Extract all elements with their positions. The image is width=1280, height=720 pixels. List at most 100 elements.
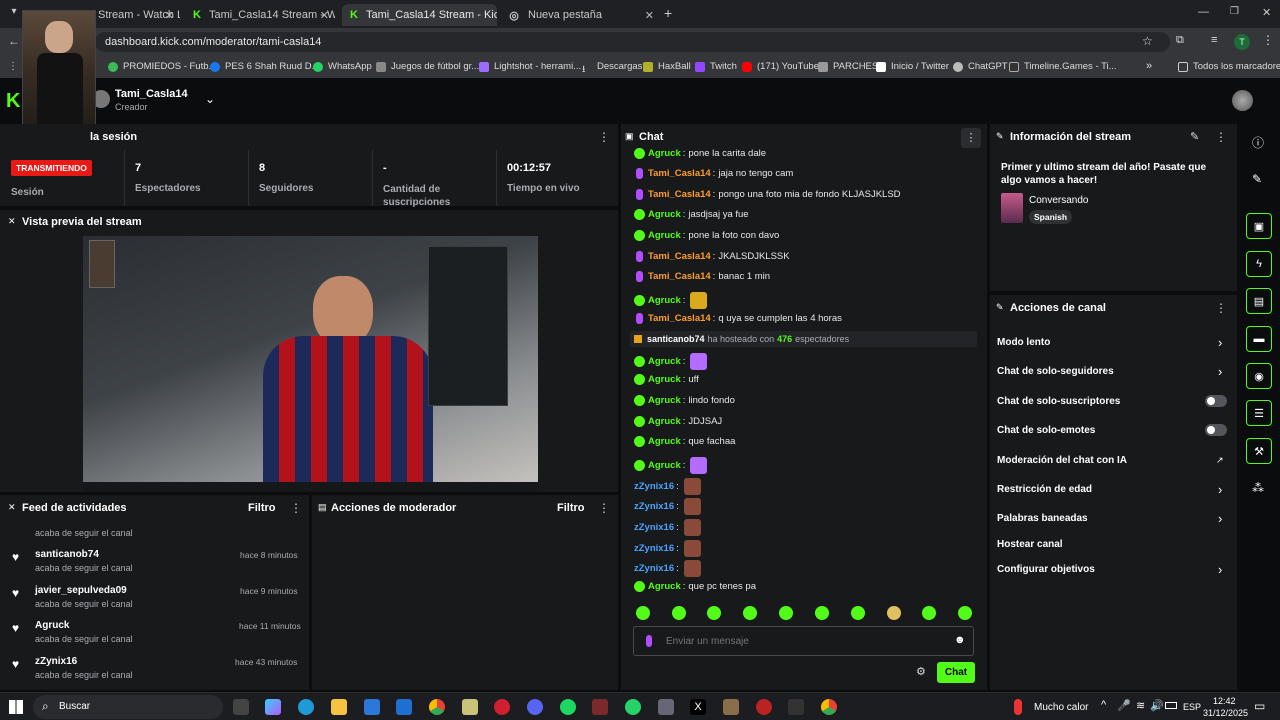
action-host-channel[interactable]: Hostear canal xyxy=(997,539,1063,550)
emote-button[interactable] xyxy=(887,606,901,620)
chat-username[interactable]: Agruck xyxy=(648,395,681,406)
rail-chat-icon[interactable]: ▬ xyxy=(1246,326,1272,352)
star-icon[interactable]: ☆ xyxy=(1142,34,1153,48)
emote-button[interactable] xyxy=(815,606,829,620)
chat-username[interactable]: zZynix16 xyxy=(634,563,674,574)
close-icon[interactable]: ✕ xyxy=(320,9,329,22)
rail-list-icon[interactable]: ☰ xyxy=(1246,400,1272,426)
chat-username[interactable]: Agruck xyxy=(648,581,681,592)
tab-1[interactable]: Stream - Watch L ✕ xyxy=(90,4,180,26)
emote-button[interactable] xyxy=(779,606,793,620)
chrome-active-icon[interactable] xyxy=(821,699,837,715)
chat-username[interactable]: Agruck xyxy=(648,460,681,471)
clock-time[interactable]: 12:42 xyxy=(1213,696,1236,706)
external-link-icon[interactable]: ↗ xyxy=(1216,455,1224,466)
bookmark[interactable]: Juegos de fútbol gr... xyxy=(376,61,479,72)
emote-button[interactable] xyxy=(672,606,686,620)
media-icon[interactable]: ≡ xyxy=(1211,34,1217,46)
notifications-icon[interactable]: ▭ xyxy=(1254,699,1265,713)
extensions-icon[interactable]: ⧉ xyxy=(1176,34,1184,47)
app-icon[interactable] xyxy=(723,699,739,715)
action-slow-mode[interactable]: Modo lento xyxy=(997,337,1050,348)
bookmark[interactable]: ⭳ Descargas xyxy=(582,61,642,75)
emote-button[interactable] xyxy=(958,606,972,620)
app-icon[interactable] xyxy=(592,699,608,715)
chevron-right-icon[interactable]: › xyxy=(1218,562,1222,577)
user-avatar[interactable] xyxy=(1232,90,1253,111)
taskbar-search[interactable]: ⌕ Buscar xyxy=(33,695,223,719)
bookmark[interactable]: ChatGPT xyxy=(953,61,1008,72)
chat-username[interactable]: zZynix16 xyxy=(634,501,674,512)
tab-3[interactable]: K Tami_Casla14 Stream - Kick Da xyxy=(342,4,497,26)
copilot-icon[interactable] xyxy=(265,699,281,715)
chat-username[interactable]: Agruck xyxy=(648,295,681,306)
chat-send-button[interactable]: Chat xyxy=(937,662,975,683)
bookmark[interactable]: PES 6 Shah Ruud D... xyxy=(210,61,320,72)
bookmark[interactable]: Timeline.Games - Ti... xyxy=(1009,61,1117,72)
close-icon[interactable]: ✕ xyxy=(645,9,654,22)
chat-username[interactable]: Agruck xyxy=(648,416,681,427)
weather-label[interactable]: Mucho calor xyxy=(1034,702,1088,713)
wifi-icon[interactable]: ≋ xyxy=(1136,699,1145,712)
tray-chevron-icon[interactable]: ^ xyxy=(1101,699,1106,711)
rail-broadcast-icon[interactable]: ◉ xyxy=(1246,363,1272,389)
chat-username[interactable]: Tami_Casla14 xyxy=(648,313,711,324)
emotes-only-toggle[interactable] xyxy=(1205,424,1227,436)
rail-doc-icon[interactable]: ▤ xyxy=(1246,288,1272,314)
emote-button[interactable] xyxy=(743,606,757,620)
chat-username[interactable]: Tami_Casla14 xyxy=(648,251,711,262)
chat-input[interactable] xyxy=(666,633,936,649)
action-banned-words[interactable]: Palabras baneadas xyxy=(997,513,1088,524)
x-icon[interactable]: X xyxy=(690,699,706,715)
more-icon[interactable]: ⋮ xyxy=(1215,301,1227,315)
chevron-right-icon[interactable]: › xyxy=(1218,364,1222,379)
chevron-right-icon[interactable]: › xyxy=(1218,335,1222,350)
chat-username[interactable]: Agruck xyxy=(648,356,681,367)
spotify-icon[interactable] xyxy=(560,699,576,715)
bookmark[interactable]: Lightshot - herrami... xyxy=(479,61,581,72)
bookmark[interactable]: Inicio / Twitter xyxy=(876,61,949,72)
feed-filter-button[interactable]: Filtro xyxy=(248,502,276,514)
chat-username[interactable]: Agruck xyxy=(648,374,681,385)
action-ai-moderation[interactable]: Moderación del chat con IA xyxy=(997,455,1127,466)
epic-icon[interactable] xyxy=(788,699,804,715)
language-indicator[interactable]: ESP xyxy=(1183,702,1201,712)
chat-username[interactable]: zZynix16 xyxy=(634,522,674,533)
edge-icon[interactable] xyxy=(298,699,314,715)
restore-icon[interactable]: ❐ xyxy=(1230,6,1239,17)
emote-button[interactable] xyxy=(922,606,936,620)
bookmark[interactable]: WhatsApp xyxy=(313,61,372,72)
chrome-icon[interactable] xyxy=(429,699,445,715)
app-icon[interactable] xyxy=(658,699,674,715)
emote-button[interactable] xyxy=(707,606,721,620)
mail-icon[interactable] xyxy=(396,699,412,715)
tab-4[interactable]: ◎ Nueva pestaña ✕ xyxy=(500,4,660,26)
more-icon[interactable]: ⋮ xyxy=(1215,130,1227,144)
tab-search-icon[interactable]: ▾ xyxy=(6,6,22,22)
discord-icon[interactable] xyxy=(527,699,543,715)
chat-username[interactable]: Agruck xyxy=(648,148,681,159)
action-age-restriction[interactable]: Restricción de edad xyxy=(997,484,1092,495)
menu-icon[interactable]: ⋮ xyxy=(1262,33,1274,47)
emote-button[interactable] xyxy=(851,606,865,620)
app-icon[interactable] xyxy=(462,699,478,715)
back-icon[interactable]: ← xyxy=(8,34,20,48)
close-icon[interactable]: ✕ xyxy=(165,9,174,22)
whatsapp-icon[interactable] xyxy=(625,699,641,715)
explorer-icon[interactable] xyxy=(331,699,347,715)
bookmark[interactable]: Twitch xyxy=(695,61,737,72)
chat-more-icon[interactable]: ⋮ xyxy=(961,128,981,148)
url-field[interactable]: dashboard.kick.com/moderator/tami-casla1… xyxy=(95,32,1170,52)
stream-preview-video[interactable] xyxy=(83,236,538,492)
opera-icon[interactable] xyxy=(494,699,510,715)
rail-layout-icon[interactable]: ⁂ xyxy=(1252,481,1264,495)
chat-username[interactable]: zZynix16 xyxy=(634,543,674,554)
new-tab-icon[interactable]: + xyxy=(664,5,672,21)
edit-icon[interactable]: ✎ xyxy=(1190,130,1199,143)
subs-only-toggle[interactable] xyxy=(1205,395,1227,407)
chat-username[interactable]: Tami_Casla14 xyxy=(648,189,711,200)
action-goals[interactable]: Configurar objetivos xyxy=(997,564,1095,575)
rail-screen-icon[interactable]: ▣ xyxy=(1246,213,1272,239)
windows-start-icon[interactable] xyxy=(9,700,23,714)
battery-icon[interactable] xyxy=(1165,702,1177,709)
